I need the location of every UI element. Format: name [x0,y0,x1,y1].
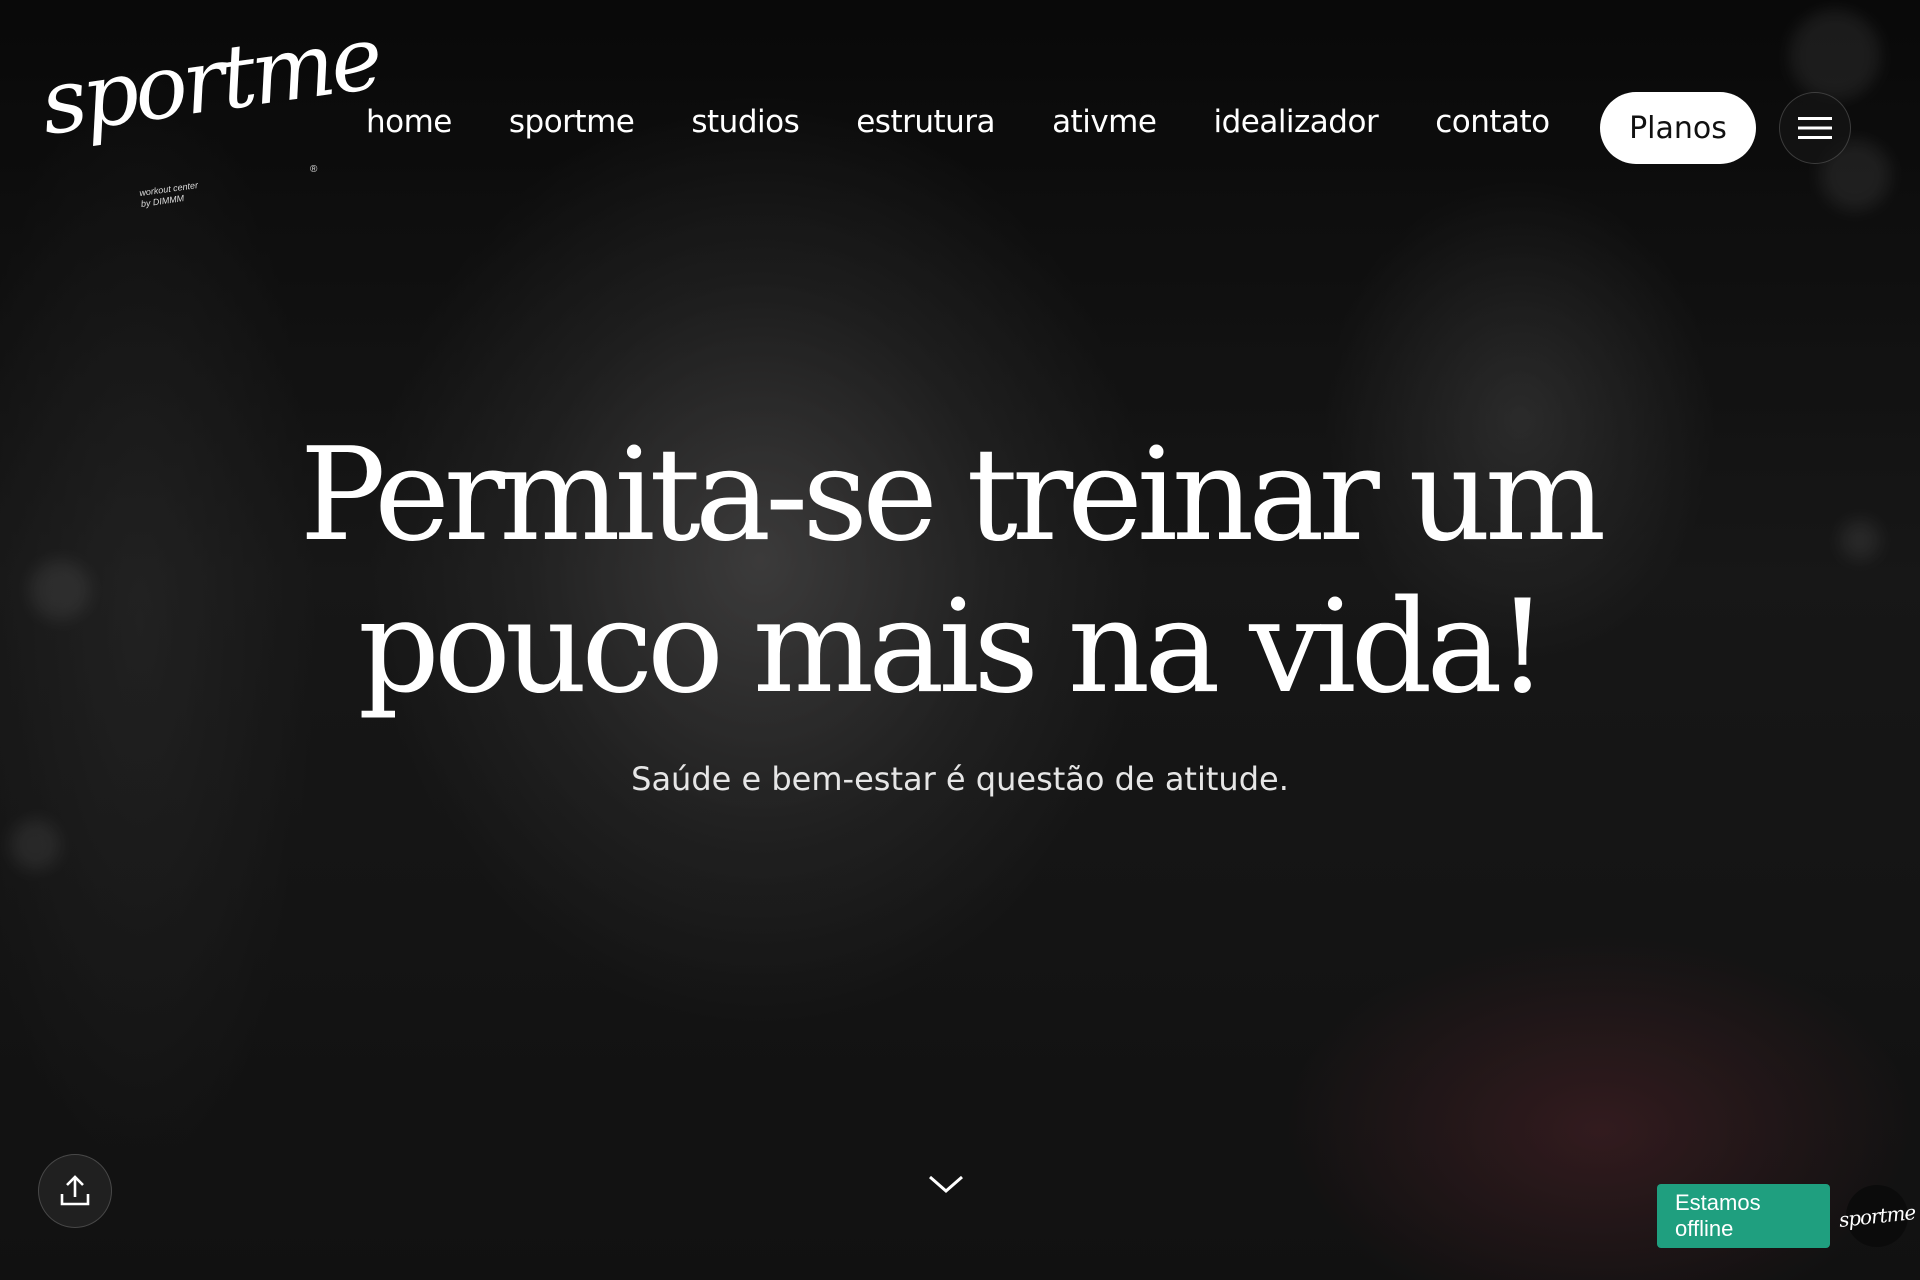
share-button[interactable] [38,1154,112,1228]
logo-tagline: workout center by DIMMM [139,180,201,210]
planos-button[interactable]: Planos [1600,92,1756,164]
scroll-down-button[interactable] [926,1172,966,1196]
nav-item-ativme[interactable]: ativme [1052,104,1157,140]
hero-headline-line1: Permita-se treinar um [299,421,1606,570]
hero-headline: Permita-se treinar um pouco mais na vida… [220,420,1680,724]
nav-item-sportme[interactable]: sportme [509,104,635,140]
chat-avatar[interactable]: sportme [1838,1181,1916,1251]
hero-headline-line2: pouco mais na vida! [357,573,1548,722]
menu-button[interactable] [1779,92,1851,164]
nav-item-home[interactable]: home [366,104,452,140]
chat-status-label[interactable]: Estamos offline [1657,1184,1830,1248]
hamburger-icon [1798,117,1832,139]
nav-item-idealizador[interactable]: idealizador [1213,104,1378,140]
nav-item-studios[interactable]: studios [691,104,799,140]
nav-item-estrutura[interactable]: estrutura [856,104,995,140]
sportme-logo[interactable]: sportme workout center by DIMMM ® [35,6,385,209]
chevron-down-icon [929,1175,963,1193]
registered-mark: ® [310,164,318,175]
share-icon [60,1175,90,1206]
hero-subheadline: Saúde e bem-estar é questão de atitude. [631,760,1289,798]
nav-item-contato[interactable]: contato [1435,104,1550,140]
chat-widget[interactable]: Estamos offline sportme [1657,1181,1916,1251]
main-nav: home sportme studios estrutura ativme id… [366,104,1550,140]
